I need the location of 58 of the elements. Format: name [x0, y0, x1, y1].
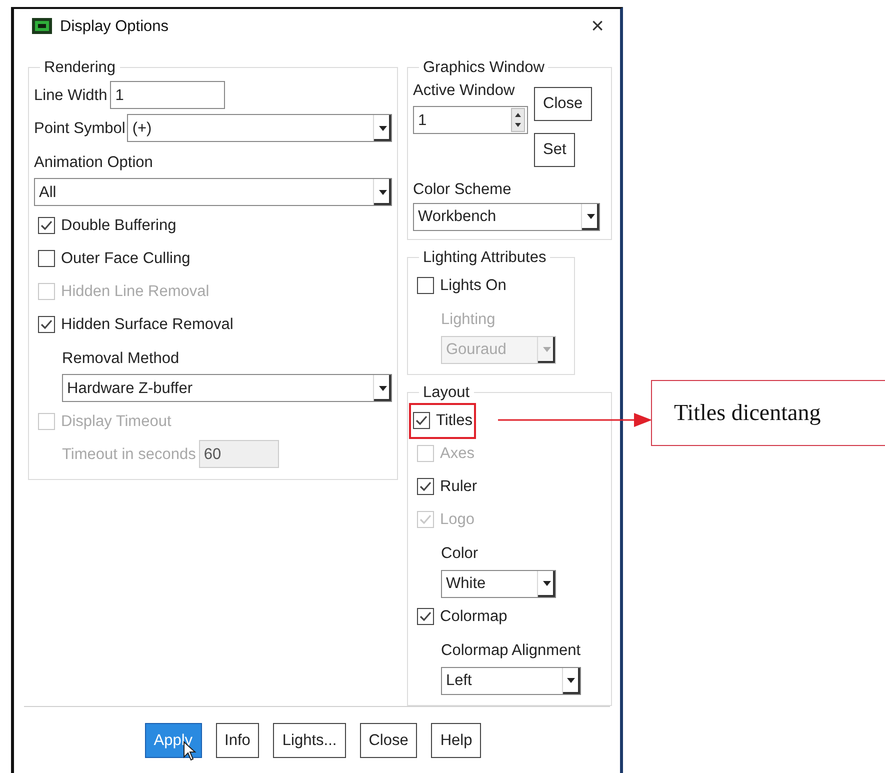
checkbox-label: Double Buffering	[61, 216, 176, 236]
app-icon	[32, 18, 52, 34]
checkbox-label: Colormap	[440, 607, 508, 628]
checkbox[interactable]	[417, 608, 434, 626]
checkbox[interactable]	[38, 316, 55, 333]
checkbox-label: Hidden Line Removal	[61, 282, 210, 302]
checkbox[interactable]	[38, 216, 55, 234]
dropdown[interactable]: All	[34, 178, 392, 206]
dropdown[interactable]: (+)	[127, 114, 392, 142]
field-label: Lighting	[441, 310, 496, 330]
close-button[interactable]: ×	[591, 15, 604, 38]
checkbox[interactable]	[417, 277, 434, 294]
dropdown-arrow-icon	[378, 126, 386, 131]
field-label: Timeout in seconds	[62, 444, 196, 465]
dropdown[interactable]: Hardware Z-buffer	[62, 374, 392, 402]
dialog-button[interactable]: Help	[431, 722, 482, 758]
dialog-button[interactable]: Close	[534, 86, 592, 121]
checkbox-label: Display Timeout	[61, 412, 172, 432]
dialog-button[interactable]: Lights...	[273, 722, 346, 758]
dropdown[interactable]: Left	[441, 666, 581, 695]
group-title: Graphics Window	[422, 58, 546, 78]
group-title: Rendering	[43, 58, 117, 78]
field-label: Colormap Alignment	[441, 641, 581, 662]
checkbox-label: Lights On	[440, 276, 506, 296]
dialog-button[interactable]: Set	[534, 132, 576, 167]
dialog-button[interactable]: Close	[360, 722, 418, 758]
checkbox-label: Hidden Surface Removal	[61, 314, 234, 335]
group-title: Lighting Attributes	[422, 248, 548, 268]
field-label: Removal Method	[62, 348, 180, 369]
field-label: Color Scheme	[413, 180, 512, 200]
dropdown-arrow-icon	[542, 347, 550, 352]
field-label: Active Window	[413, 80, 516, 101]
field-label: Animation Option	[34, 152, 153, 173]
dropdown[interactable]: Workbench	[413, 202, 600, 231]
input-field[interactable]: 1	[110, 81, 226, 110]
spin-arrows-icon[interactable]	[511, 108, 525, 132]
dropdown-arrow-icon	[567, 678, 576, 684]
field-label: Point Symbol	[34, 118, 126, 139]
checkbox-label: Ruler	[440, 477, 478, 498]
dropdown-arrow-icon	[586, 214, 594, 220]
dropdown-arrow-icon	[378, 190, 386, 195]
dropdown-arrow-icon	[542, 581, 550, 586]
dialog-button[interactable]: Info	[216, 722, 260, 758]
dialog-button[interactable]: Apply	[144, 722, 202, 758]
checkbox[interactable]	[38, 250, 55, 267]
field-label: Line Width	[34, 86, 108, 106]
checkbox-label: Axes	[440, 444, 474, 464]
checkbox-label: Titles	[436, 411, 472, 432]
field-label: Color	[441, 544, 478, 564]
checkbox[interactable]	[413, 412, 430, 430]
spin-field[interactable]: 1	[413, 106, 528, 134]
callout-text: Titles dicentang	[674, 398, 821, 427]
checkbox-label: Logo	[440, 510, 474, 530]
group-title: Layout	[422, 383, 471, 404]
window-title: Display Options	[60, 16, 170, 37]
checkbox-label: Outer Face Culling	[61, 248, 190, 269]
dropdown-arrow-icon	[378, 386, 386, 391]
checkbox[interactable]	[417, 478, 434, 496]
